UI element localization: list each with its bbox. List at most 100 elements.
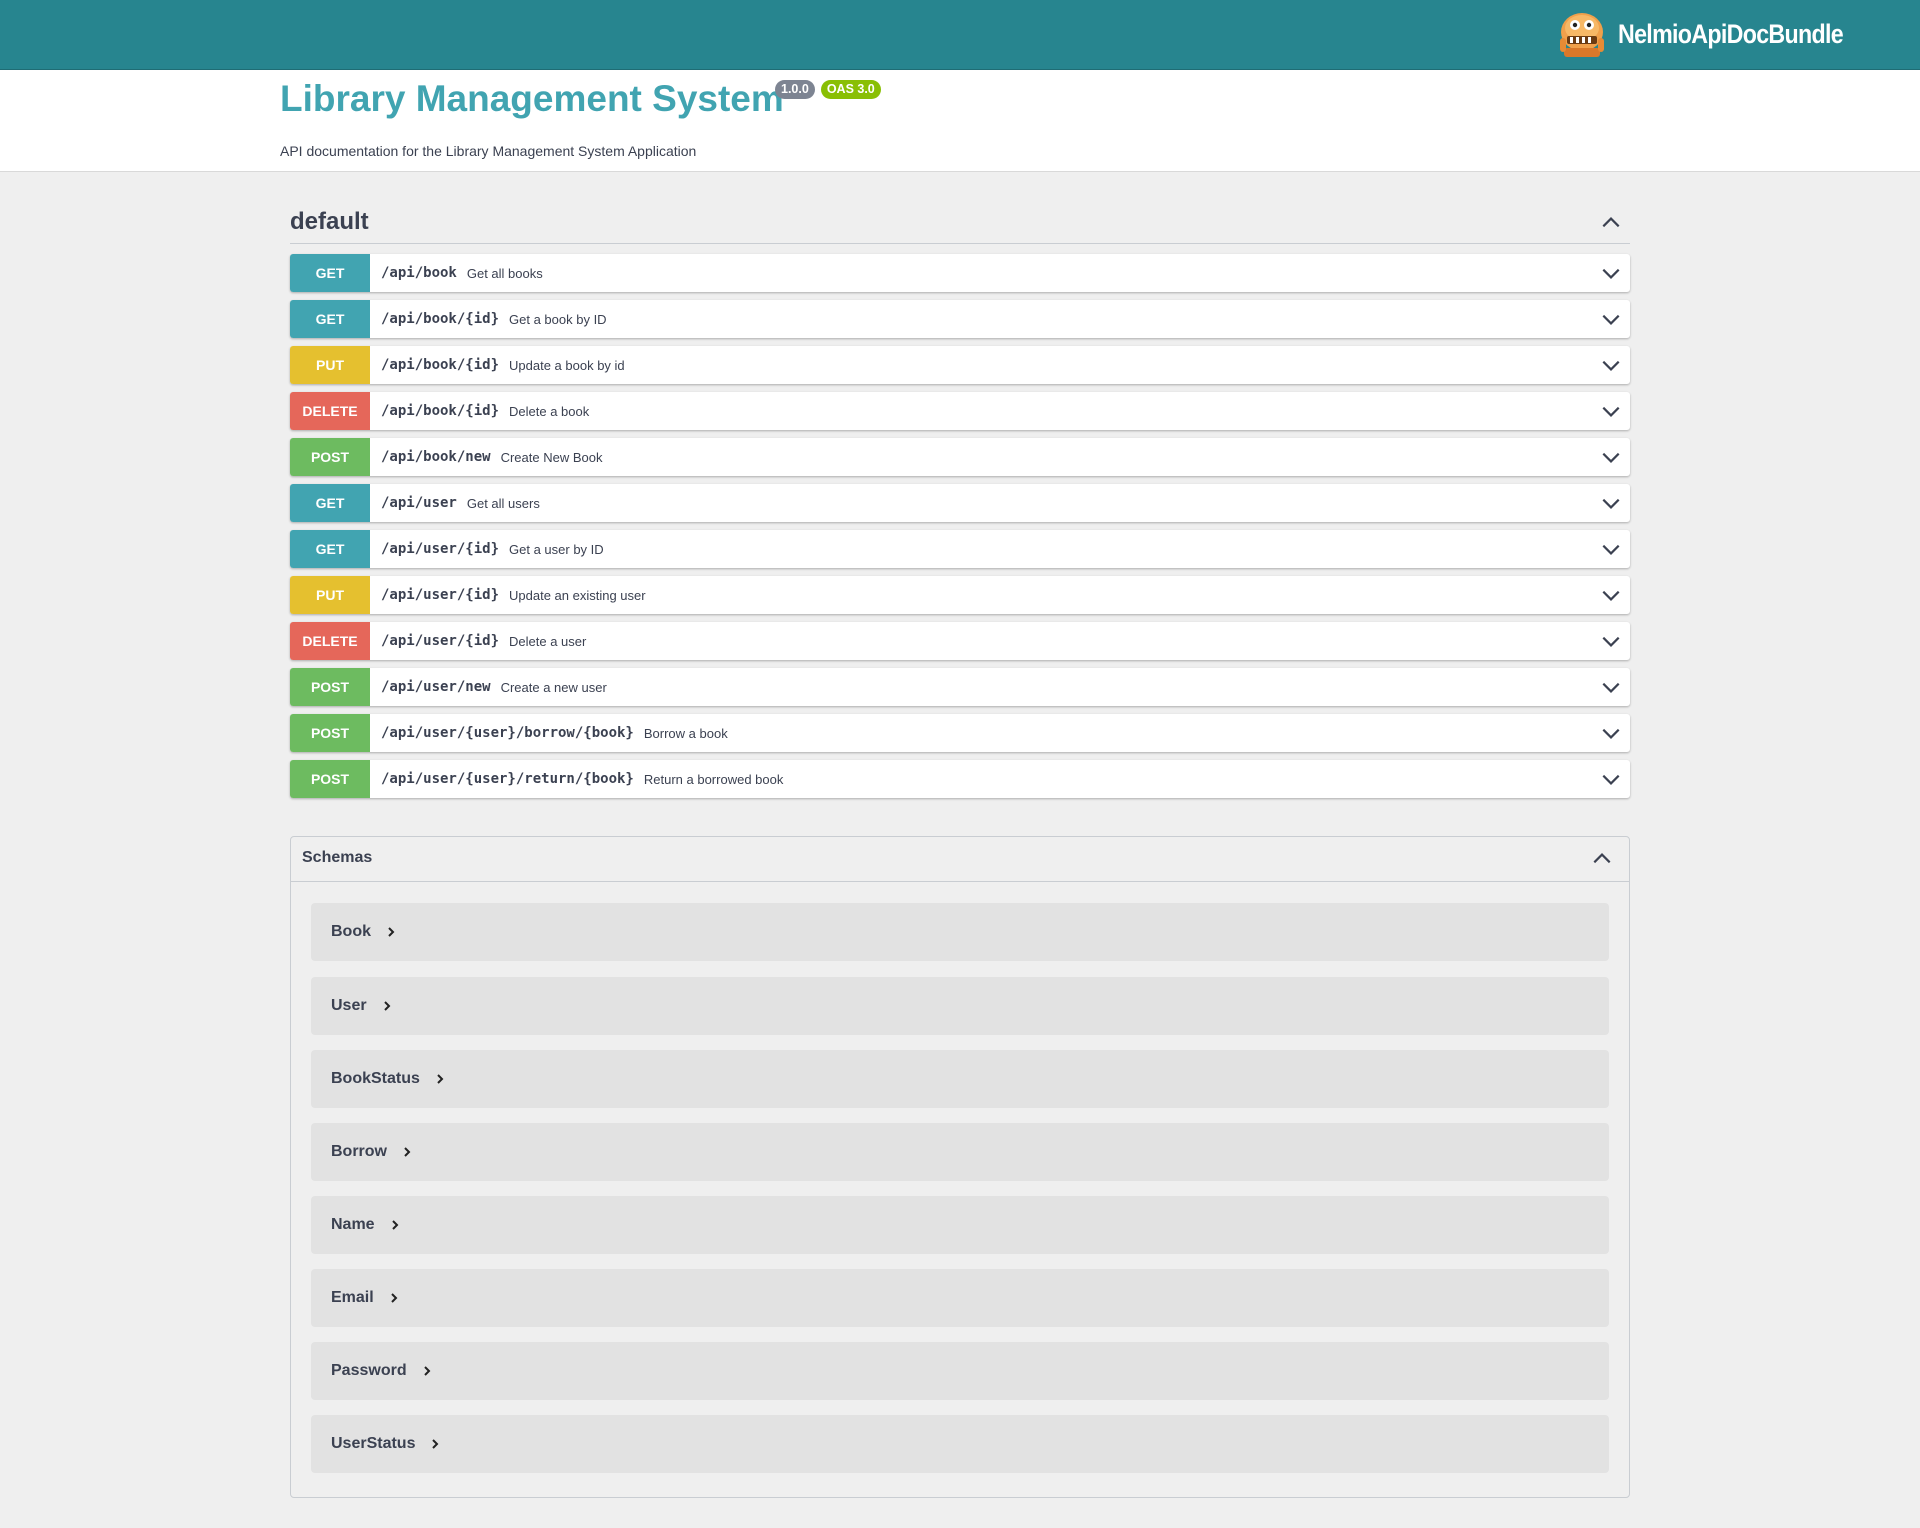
schema-password[interactable]: Password xyxy=(311,1342,1609,1400)
chevron-down-icon[interactable] xyxy=(1600,538,1622,560)
chevron-right-icon[interactable] xyxy=(381,1000,393,1012)
operation-path: /api/book xyxy=(381,265,457,281)
schema-user[interactable]: User xyxy=(311,977,1609,1035)
operations-list: GET/api/book Get all books GET/api/book/{i… xyxy=(290,254,1630,806)
schema-name: Book xyxy=(331,923,371,940)
section-header-default[interactable]: default xyxy=(290,200,1630,244)
operation-path: /api/user/{user}/return/{book} xyxy=(381,771,634,787)
operation-summary: Get a user by ID xyxy=(509,541,604,557)
operation-delete[interactable]: DELETE/api/user/{id} Delete a user xyxy=(290,622,1630,660)
method-badge: DELETE xyxy=(290,392,370,430)
operation-summary: Get a book by ID xyxy=(509,311,607,327)
schema-name: User xyxy=(331,997,367,1014)
method-badge: POST xyxy=(290,438,370,476)
api-info: Library Management System 1.0.0 OAS 3.0 … xyxy=(0,70,1920,172)
operation-path: /api/book/{id} xyxy=(381,357,500,373)
operation-path: /api/book/{id} xyxy=(381,311,500,327)
chevron-down-icon[interactable] xyxy=(1600,630,1622,652)
chevron-right-icon[interactable] xyxy=(429,1438,441,1450)
operation-post[interactable]: POST/api/user/new Create a new user xyxy=(290,668,1630,706)
operation-summary: Get all books xyxy=(466,265,543,281)
operation-summary: Create New Book xyxy=(500,449,603,465)
operation-summary: Return a borrowed book xyxy=(643,771,784,787)
schema-name[interactable]: Name xyxy=(311,1196,1609,1254)
operation-summary: Delete a user xyxy=(509,633,587,649)
operation-path: /api/user/{user}/borrow/{book} xyxy=(381,725,634,741)
method-badge: GET xyxy=(290,300,370,338)
operation-put[interactable]: PUT/api/book/{id} Update a book by id xyxy=(290,346,1630,384)
method-badge: GET xyxy=(290,484,370,522)
operation-get[interactable]: GET/api/book/{id} Get a book by ID xyxy=(290,300,1630,338)
chevron-right-icon[interactable] xyxy=(385,926,397,938)
chevron-up-icon[interactable] xyxy=(1600,212,1622,234)
schema-userstatus[interactable]: UserStatus xyxy=(311,1415,1609,1473)
method-badge: POST xyxy=(290,760,370,798)
top-bar: NelmioApiDocBundle xyxy=(0,0,1920,70)
operation-summary: Create a new user xyxy=(500,679,607,695)
operation-get[interactable]: GET/api/user/{id} Get a user by ID xyxy=(290,530,1630,568)
schema-bookstatus[interactable]: BookStatus xyxy=(311,1050,1609,1108)
schema-name: Borrow xyxy=(331,1143,387,1160)
method-badge: GET xyxy=(290,530,370,568)
chevron-down-icon[interactable] xyxy=(1600,722,1622,744)
schemas-panel: Schemas Book User BookStatus Borrow Name Emai… xyxy=(290,836,1630,1498)
operation-delete[interactable]: DELETE/api/book/{id} Delete a book xyxy=(290,392,1630,430)
method-badge: DELETE xyxy=(290,622,370,660)
schema-name: Password xyxy=(331,1362,407,1379)
method-badge: PUT xyxy=(290,346,370,384)
schemas-header[interactable]: Schemas xyxy=(291,837,1629,882)
schema-name: UserStatus xyxy=(331,1435,416,1452)
operation-post[interactable]: POST/api/user/{user}/return/{book} Return… xyxy=(290,760,1630,798)
chevron-down-icon[interactable] xyxy=(1600,492,1622,514)
schema-name: Email xyxy=(331,1289,374,1306)
schemas-title: Schemas xyxy=(302,849,373,866)
method-badge: PUT xyxy=(290,576,370,614)
chevron-down-icon[interactable] xyxy=(1600,262,1622,284)
operation-path: /api/user/{id} xyxy=(381,541,500,557)
chevron-down-icon[interactable] xyxy=(1600,354,1622,376)
operation-summary: Borrow a book xyxy=(643,725,728,741)
version-badges: 1.0.0 OAS 3.0 xyxy=(775,80,881,99)
operation-summary: Get all users xyxy=(466,495,540,511)
chevron-down-icon[interactable] xyxy=(1600,446,1622,468)
chevron-up-icon[interactable] xyxy=(1591,848,1613,870)
operation-path: /api/book/new xyxy=(381,449,491,465)
schema-borrow[interactable]: Borrow xyxy=(311,1123,1609,1181)
chevron-right-icon[interactable] xyxy=(401,1146,413,1158)
operation-get[interactable]: GET/api/user Get all users xyxy=(290,484,1630,522)
chevron-down-icon[interactable] xyxy=(1600,676,1622,698)
operation-summary: Delete a book xyxy=(509,403,590,419)
operation-put[interactable]: PUT/api/user/{id} Update an existing user xyxy=(290,576,1630,614)
nelmio-mascot-icon xyxy=(1560,13,1605,57)
schema-email[interactable]: Email xyxy=(311,1269,1609,1327)
chevron-right-icon[interactable] xyxy=(389,1219,401,1231)
operation-summary: Update an existing user xyxy=(509,587,646,603)
operation-path: /api/book/{id} xyxy=(381,403,500,419)
chevron-down-icon[interactable] xyxy=(1600,768,1622,790)
operation-path: /api/user/{id} xyxy=(381,587,500,603)
chevron-right-icon[interactable] xyxy=(434,1073,446,1085)
operation-path: /api/user/{id} xyxy=(381,633,500,649)
chevron-down-icon[interactable] xyxy=(1600,584,1622,606)
operation-post[interactable]: POST/api/book/new Create New Book xyxy=(290,438,1630,476)
api-description: API documentation for the Library Manage… xyxy=(280,143,697,159)
schema-name: BookStatus xyxy=(331,1070,420,1087)
section-title: default xyxy=(290,208,369,235)
chevron-down-icon[interactable] xyxy=(1600,400,1622,422)
schema-book[interactable]: Book xyxy=(311,903,1609,961)
chevron-right-icon[interactable] xyxy=(388,1292,400,1304)
schema-name: Name xyxy=(331,1216,375,1233)
operation-get[interactable]: GET/api/book Get all books xyxy=(290,254,1630,292)
chevron-down-icon[interactable] xyxy=(1600,308,1622,330)
method-badge: POST xyxy=(290,714,370,752)
method-badge: POST xyxy=(290,668,370,706)
oas-badge: OAS 3.0 xyxy=(820,80,881,99)
page-title: Library Management System xyxy=(280,78,784,119)
brand[interactable]: NelmioApiDocBundle xyxy=(1556,8,1880,60)
brand-name: NelmioApiDocBundle xyxy=(1618,18,1844,49)
operation-summary: Update a book by id xyxy=(509,357,625,373)
operation-path: /api/user/new xyxy=(381,679,491,695)
operation-post[interactable]: POST/api/user/{user}/borrow/{book} Borrow… xyxy=(290,714,1630,752)
method-badge: GET xyxy=(290,254,370,292)
chevron-right-icon[interactable] xyxy=(421,1365,433,1377)
